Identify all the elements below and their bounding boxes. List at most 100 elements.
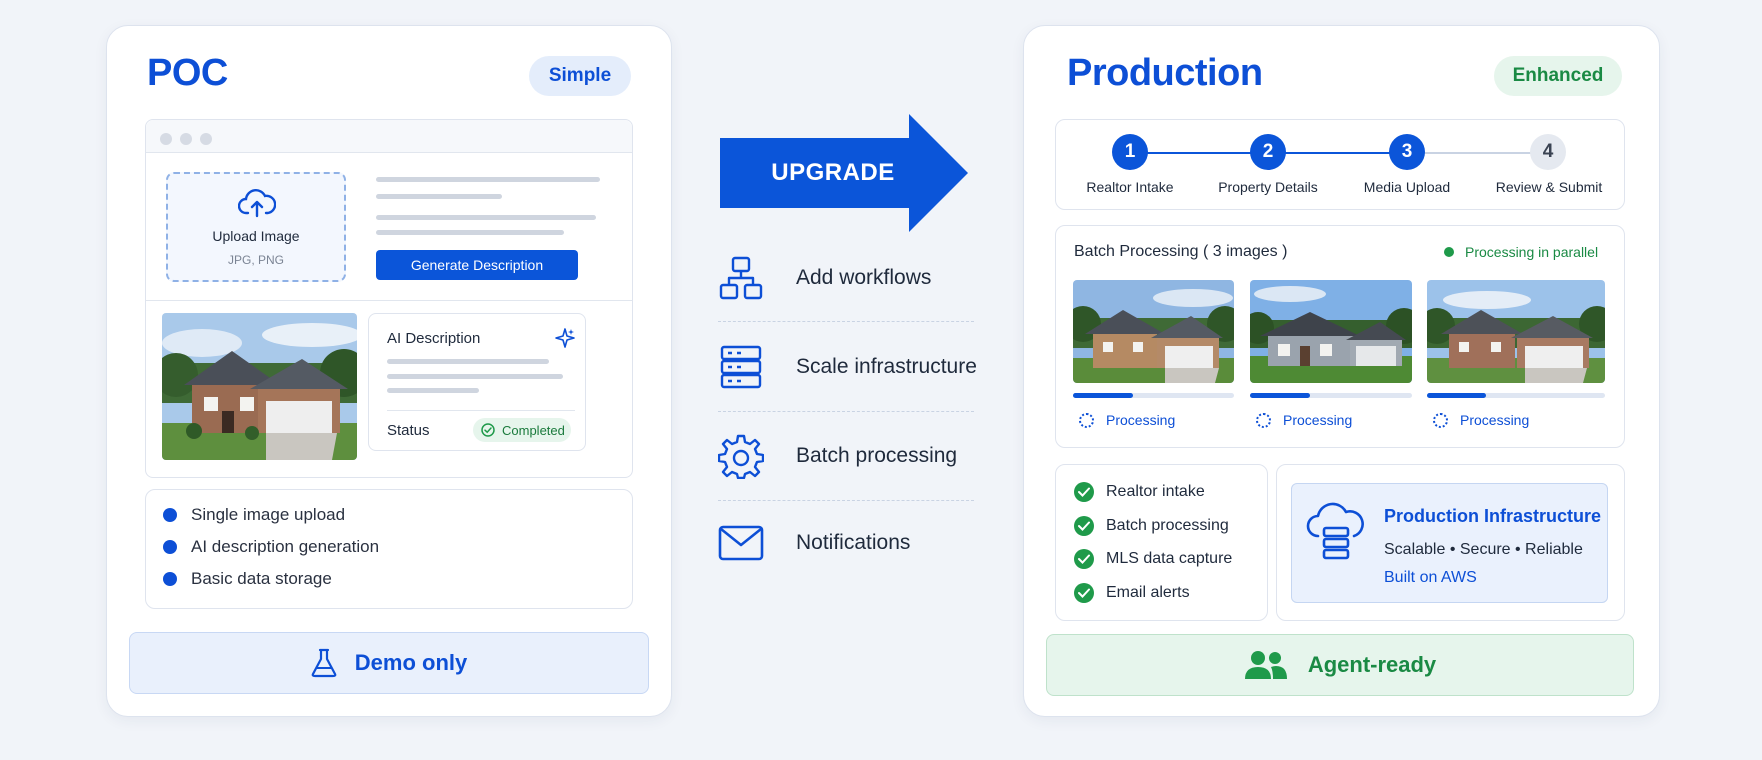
- upgrade-item: Add workflows: [718, 248, 931, 308]
- simple-badge: Simple: [529, 56, 631, 96]
- step-1-circle[interactable]: 1: [1112, 134, 1148, 170]
- flask-icon: [311, 648, 337, 678]
- progress-fill-2: [1250, 393, 1310, 398]
- checklist-label: Realtor intake: [1106, 483, 1205, 500]
- step-2-label: Property Details: [1218, 179, 1318, 195]
- upgrade-label: UPGRADE: [771, 159, 895, 186]
- batch-status-label: Processing in parallel: [1465, 244, 1599, 260]
- checklist-item: MLS data capture: [1074, 549, 1232, 569]
- window-dot: [200, 133, 212, 145]
- checklist-item: Email alerts: [1074, 583, 1190, 603]
- status-dot-icon: [1444, 247, 1454, 257]
- text-placeholder-line: [376, 177, 600, 182]
- poc-feature-item: AI description generation: [163, 537, 379, 557]
- window-divider: [146, 300, 632, 301]
- step-3-circle[interactable]: 3: [1389, 134, 1425, 170]
- checklist-label: Batch processing: [1106, 517, 1229, 534]
- production-title: Production: [1067, 52, 1263, 94]
- panel-divider: [387, 410, 575, 411]
- mail-icon: [718, 517, 776, 569]
- upgrade-item: Scale infrastructure: [718, 337, 977, 397]
- ai-description-panel: AI Description Status Completed: [368, 313, 586, 451]
- upgrade-item: Batch processing: [718, 426, 957, 486]
- batch-house-photo-1: [1073, 280, 1234, 383]
- poc-feature-item: Single image upload: [163, 505, 345, 525]
- bullet-icon: [163, 572, 177, 586]
- divider: [718, 321, 974, 322]
- poc-feature-label: Basic data storage: [191, 569, 332, 588]
- step-1-label: Realtor Intake: [1086, 179, 1174, 195]
- upgrade-item: Notifications: [718, 513, 910, 573]
- processing-label: Processing: [1106, 412, 1176, 428]
- bullet-icon: [163, 540, 177, 554]
- step-4-label: Review & Submit: [1495, 179, 1603, 195]
- processing-status-1: Processing: [1079, 412, 1175, 428]
- infra-subtitle: Scalable • Secure • Reliable: [1384, 541, 1583, 558]
- text-placeholder-line: [387, 388, 479, 393]
- check-icon: [1074, 482, 1094, 502]
- gear-icon: [718, 430, 776, 482]
- progress-fill-3: [1427, 393, 1486, 398]
- batch-house-photo-3: [1427, 280, 1605, 383]
- batch-house-photo-2: [1250, 280, 1412, 383]
- step-4-circle[interactable]: 4: [1530, 134, 1566, 170]
- status-value: Completed: [502, 422, 565, 438]
- spinner-icon: [1256, 412, 1271, 428]
- poc-feature-item: Basic data storage: [163, 569, 332, 589]
- upgrade-item-label: Add workflows: [796, 266, 932, 289]
- upload-dropzone[interactable]: Upload Image JPG, PNG: [166, 172, 346, 282]
- text-placeholder-line: [376, 230, 564, 235]
- upload-label: Upload Image: [212, 228, 300, 244]
- checklist-item: Realtor intake: [1074, 482, 1205, 502]
- window-dot: [160, 133, 172, 145]
- server-icon: [718, 341, 776, 393]
- checklist-label: MLS data capture: [1106, 550, 1233, 567]
- poc-app-window: Upload Image JPG, PNG Generate Descripti…: [145, 119, 633, 478]
- infra-title: Production Infrastructure: [1384, 506, 1602, 526]
- stepper-line-pending: [1408, 152, 1548, 154]
- divider: [718, 411, 974, 412]
- processing-status-2: Processing: [1256, 412, 1352, 428]
- bullet-icon: [163, 508, 177, 522]
- demo-only-label: Demo only: [354, 650, 468, 675]
- poc-title: POC: [147, 52, 228, 94]
- check-icon: [1074, 583, 1094, 603]
- enhanced-badge: Enhanced: [1494, 56, 1622, 96]
- progress-bar-1: [1073, 393, 1234, 398]
- check-icon: [1074, 516, 1094, 536]
- upgrade-item-label: Scale infrastructure: [796, 355, 977, 378]
- users-icon: [1244, 650, 1288, 680]
- batch-title: Batch Processing ( 3 images ): [1074, 243, 1288, 260]
- window-dot: [180, 133, 192, 145]
- check-circle-icon: [481, 423, 495, 437]
- agent-ready-banner: Agent-ready: [1046, 634, 1634, 696]
- status-label: Status: [387, 422, 430, 439]
- upload-formats: JPG, PNG: [227, 253, 284, 267]
- checklist-item: Batch processing: [1074, 516, 1229, 536]
- status-badge: Completed: [473, 418, 571, 442]
- processing-status-3: Processing: [1433, 412, 1529, 428]
- generate-description-button[interactable]: Generate Description: [376, 250, 578, 280]
- agent-ready-label: Agent-ready: [1307, 652, 1437, 677]
- text-placeholder-line: [387, 359, 549, 364]
- upgrade-arrow: UPGRADE: [720, 114, 968, 232]
- text-placeholder-line: [376, 194, 502, 199]
- step-2-circle[interactable]: 2: [1250, 134, 1286, 170]
- checklist-label: Email alerts: [1106, 584, 1190, 601]
- spinner-icon: [1079, 412, 1094, 428]
- house-photo: [162, 313, 357, 460]
- poc-feature-label: Single image upload: [191, 505, 346, 524]
- demo-only-banner: Demo only: [129, 632, 649, 694]
- check-icon: [1074, 549, 1094, 569]
- upgrade-item-label: Notifications: [796, 531, 911, 554]
- workflow-icon: [718, 252, 776, 304]
- divider: [718, 500, 974, 501]
- cloud-server-icon: [1306, 502, 1366, 569]
- progress-bar-2: [1250, 393, 1412, 398]
- progress-fill-1: [1073, 393, 1133, 398]
- infra-note: Built on AWS: [1384, 569, 1477, 586]
- progress-bar-3: [1427, 393, 1605, 398]
- processing-label: Processing: [1460, 412, 1530, 428]
- batch-status: Processing in parallel: [1444, 244, 1598, 260]
- spinner-icon: [1433, 412, 1448, 428]
